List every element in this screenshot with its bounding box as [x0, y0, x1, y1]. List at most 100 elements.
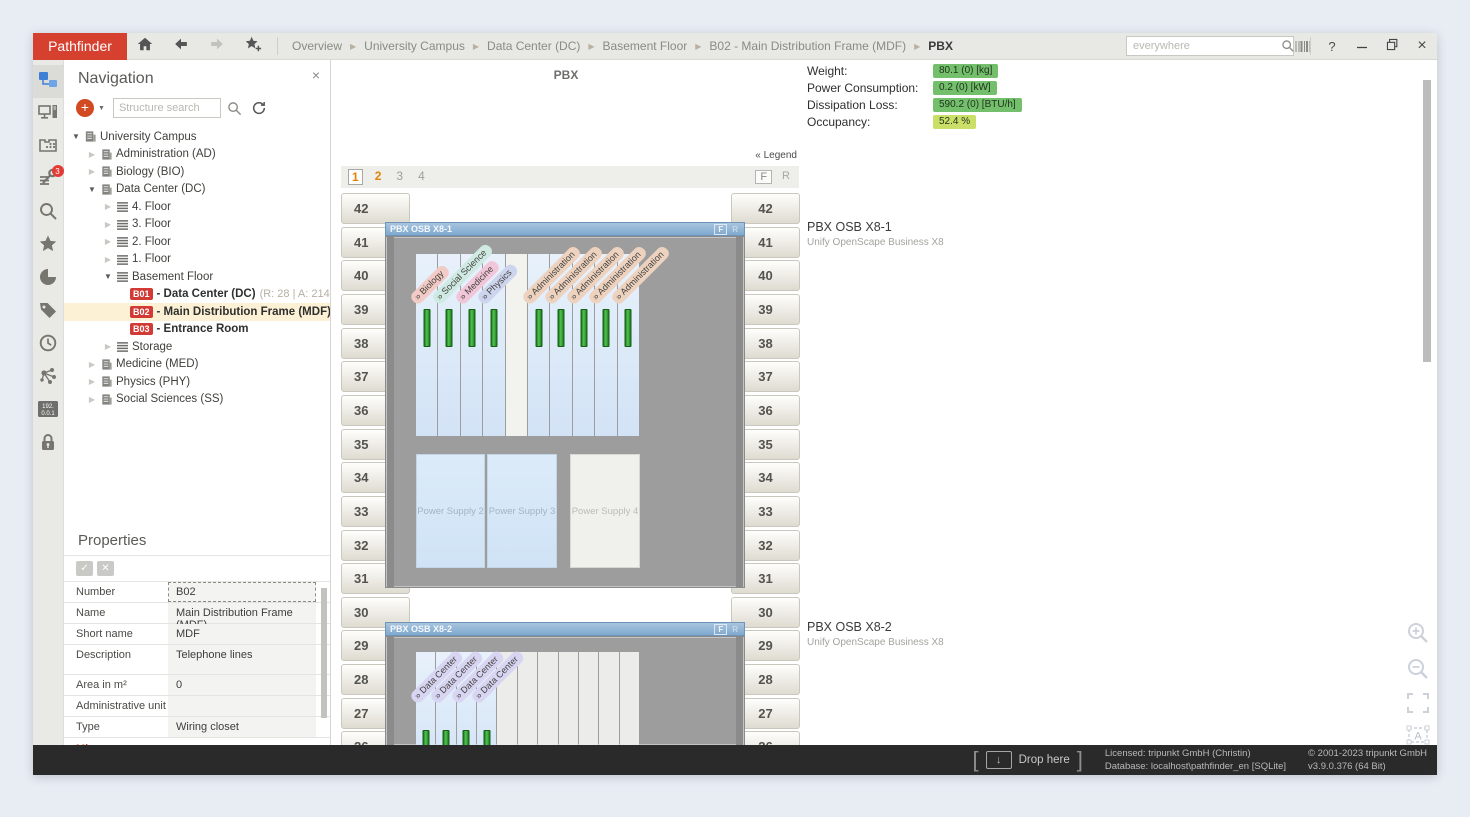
toolbar-ip-addresses-button[interactable]: 192.0.0.1: [33, 395, 64, 428]
expand-arrow-icon[interactable]: ▶: [102, 202, 114, 211]
property-value[interactable]: B02: [168, 582, 316, 602]
drop-here-target[interactable]: [ ↓ Drop here ]: [973, 749, 1083, 771]
add-structure-button[interactable]: +: [76, 99, 94, 117]
forward-button[interactable]: [199, 33, 235, 60]
equipment-name[interactable]: PBX OSB X8-2: [807, 620, 944, 634]
label-tool-icon[interactable]: A: [1406, 724, 1430, 745]
tree-item[interactable]: ▶Social Sciences (SS): [64, 391, 330, 409]
rack-slot[interactable]: [457, 652, 476, 745]
toolbar-workstation-button[interactable]: [33, 98, 64, 131]
power-supply-unit[interactable]: Power Supply 3: [487, 454, 557, 568]
rack-title-bar[interactable]: PBX OSB X8-1 F R: [385, 222, 745, 236]
expand-arrow-icon[interactable]: ▶: [86, 150, 98, 159]
collapse-arrow-icon[interactable]: ▼: [70, 132, 82, 141]
property-value[interactable]: Telephone lines: [168, 645, 316, 674]
toolbar-tags-button[interactable]: [33, 296, 64, 329]
tree-item[interactable]: ▼Basement Floor: [64, 268, 330, 286]
rack-slot[interactable]: [416, 652, 435, 745]
structure-search-icon[interactable]: [225, 101, 245, 116]
tree-item[interactable]: ▶3. Floor: [64, 216, 330, 234]
zoom-out-icon[interactable]: [1405, 656, 1431, 687]
property-value[interactable]: Main Distribution Frame (MDF): [168, 603, 316, 623]
rack-slot[interactable]: [620, 652, 639, 745]
breadcrumb-item[interactable]: B02 - Main Distribution Frame (MDF): [709, 39, 906, 53]
toolbar-structure-navigation-button[interactable]: [33, 65, 64, 98]
page-tab-4[interactable]: 4: [415, 169, 428, 185]
rack-rear-button[interactable]: R: [730, 625, 740, 634]
rack-slot[interactable]: [438, 254, 459, 436]
property-value[interactable]: [168, 696, 316, 716]
properties-section-misc[interactable]: Misc.: [64, 738, 330, 745]
rack-slot[interactable]: [506, 254, 527, 436]
rack-front-button[interactable]: F: [714, 224, 727, 235]
tree-item[interactable]: ▶Physics (PHY): [64, 373, 330, 391]
property-value[interactable]: Wiring closet: [168, 717, 316, 737]
navigation-close-icon[interactable]: ×: [312, 68, 320, 82]
power-supply-unit[interactable]: Power Supply 2: [416, 454, 485, 568]
tree-item[interactable]: ▶2. Floor: [64, 233, 330, 251]
breadcrumb-item[interactable]: Basement Floor: [603, 39, 688, 53]
rack-slot[interactable]: [416, 254, 437, 436]
expand-arrow-icon[interactable]: ▶: [102, 220, 114, 229]
expand-arrow-icon[interactable]: ▶: [102, 255, 114, 264]
tree-item[interactable]: ▶4. Floor: [64, 198, 330, 216]
collapse-arrow-icon[interactable]: ▼: [86, 185, 98, 194]
equipment-name[interactable]: PBX OSB X8-1: [807, 220, 944, 234]
help-button[interactable]: ?: [1317, 33, 1347, 60]
rack-slot[interactable]: [559, 652, 578, 745]
toolbar-modules-button[interactable]: [33, 131, 64, 164]
tree-item[interactable]: ▶Administration (AD): [64, 146, 330, 164]
rack-slot[interactable]: [579, 652, 598, 745]
tree-item[interactable]: ▶Medicine (MED): [64, 356, 330, 374]
toolbar-favorites-button[interactable]: [33, 230, 64, 263]
discard-button[interactable]: ✕: [97, 561, 114, 576]
structure-search-input[interactable]: [113, 98, 221, 118]
rack-slot[interactable]: [518, 652, 537, 745]
expand-arrow-icon[interactable]: ▶: [102, 342, 114, 351]
breadcrumb-item[interactable]: PBX: [928, 39, 953, 53]
expand-arrow-icon[interactable]: ▶: [86, 167, 98, 176]
fit-to-screen-icon[interactable]: [1406, 692, 1430, 719]
rack-slot[interactable]: [497, 652, 516, 745]
breadcrumb-item[interactable]: Data Center (DC): [487, 39, 580, 53]
rack-slot[interactable]: [538, 652, 557, 745]
breadcrumb-item[interactable]: Overview: [292, 39, 342, 53]
toolbar-search-button[interactable]: [33, 197, 64, 230]
tree-item-b02[interactable]: B02- Main Distribution Frame (MDF)(R:: [64, 303, 330, 321]
toolbar-connections-button[interactable]: [33, 362, 64, 395]
expand-arrow-icon[interactable]: ▶: [86, 360, 98, 369]
expand-arrow-icon[interactable]: ▶: [86, 377, 98, 386]
apply-button[interactable]: ✓: [76, 561, 93, 576]
toolbar-history-button[interactable]: [33, 329, 64, 362]
rack-slot[interactable]: [599, 652, 618, 745]
tree-item[interactable]: ▶Storage: [64, 338, 330, 356]
rack-slot[interactable]: [550, 254, 571, 436]
rack-slot[interactable]: [461, 254, 482, 436]
barcode-icon[interactable]: [1295, 40, 1311, 53]
properties-scrollbar[interactable]: [321, 588, 327, 718]
app-logo[interactable]: Pathfinder: [33, 33, 127, 60]
tree-item[interactable]: ▼University Campus: [64, 128, 330, 146]
minimize-button[interactable]: [1347, 33, 1377, 60]
tree-item[interactable]: ▼Data Center (DC): [64, 181, 330, 199]
breadcrumb-item[interactable]: University Campus: [364, 39, 465, 53]
toolbar-tasks-button[interactable]: 3: [33, 164, 64, 197]
restore-button[interactable]: [1377, 33, 1407, 60]
tree-item[interactable]: ▶1. Floor: [64, 251, 330, 269]
close-button[interactable]: ×: [1407, 33, 1437, 60]
refresh-icon[interactable]: [249, 100, 269, 116]
rack-slot[interactable]: [573, 254, 594, 436]
rack-slot[interactable]: [477, 652, 496, 745]
back-button[interactable]: [163, 33, 199, 60]
tree-item-b01[interactable]: B01- Data Center (DC)(R: 28 | A: 2145 |: [64, 286, 330, 304]
rack-rear-button[interactable]: R: [730, 225, 740, 234]
expand-arrow-icon[interactable]: ▶: [86, 395, 98, 404]
tree-item-b03[interactable]: B03- Entrance Room: [64, 321, 330, 339]
rack-front-button[interactable]: F: [714, 624, 727, 635]
zoom-in-icon[interactable]: [1405, 620, 1431, 651]
rack-slot[interactable]: [528, 254, 549, 436]
rack-slot[interactable]: [483, 254, 504, 436]
main-scrollbar[interactable]: [1423, 80, 1431, 362]
collapse-arrow-icon[interactable]: ▼: [102, 272, 114, 281]
rack-slot[interactable]: [595, 254, 616, 436]
